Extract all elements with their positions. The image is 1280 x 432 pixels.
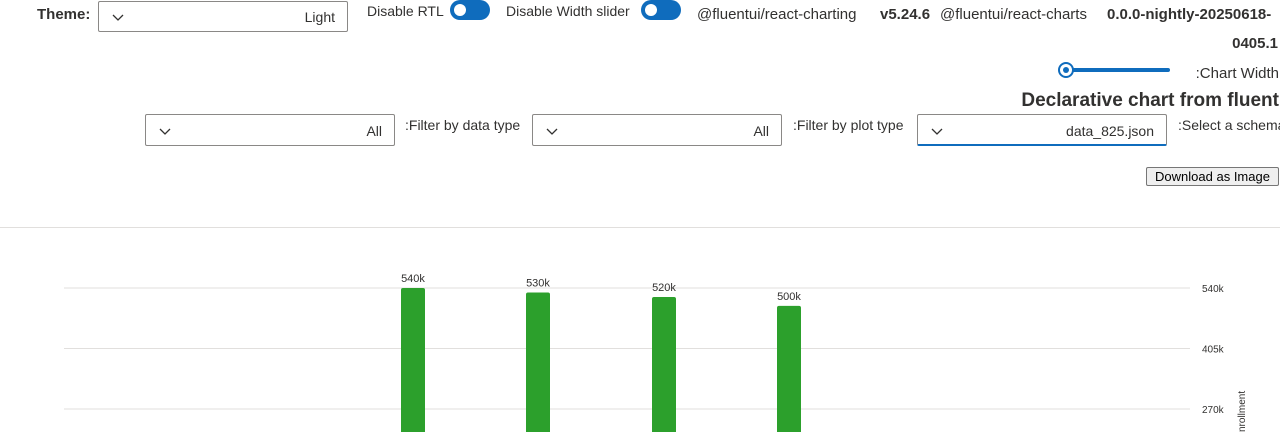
page-title: Declarative chart from fluent [1021, 90, 1279, 111]
package-charts-version-line2: 0405.1 [1232, 35, 1278, 52]
theme-dropdown[interactable]: Light [98, 1, 348, 32]
bar[interactable] [652, 296, 676, 432]
bar[interactable] [401, 288, 425, 432]
chevron-down-icon [159, 128, 171, 135]
bar-data-label: 530k [526, 277, 550, 289]
bar-chart: 540k 530k 520k 500k 540k 405k 270k nrollment [64, 273, 1248, 432]
disable-rtl-toggle[interactable] [450, 0, 490, 20]
y-tick-label: 270k [1202, 405, 1225, 416]
plot-type-filter-label: :Filter by plot type [793, 117, 904, 133]
schema-select-label: :Select a schema [1178, 117, 1280, 133]
data-type-filter-label: :Filter by data type [405, 117, 521, 133]
y-tick-label: 405k [1202, 345, 1225, 356]
chevron-down-icon [931, 128, 943, 135]
theme-dropdown-value: Light [304, 9, 335, 25]
theme-label: Theme: [37, 6, 91, 23]
plot-type-filter-value: All [753, 123, 769, 139]
schema-select-dropdown[interactable]: data_825.json [917, 114, 1167, 146]
toggle-knob [454, 4, 466, 16]
chart-width-label: :Chart Width [1195, 65, 1279, 82]
chevron-down-icon [112, 14, 124, 21]
bar[interactable] [777, 305, 801, 432]
package-charts-name: @fluentui/react-charts [940, 6, 1087, 23]
data-type-filter-dropdown[interactable]: All [145, 114, 395, 146]
disable-rtl-label: Disable RTL [367, 3, 444, 19]
bar-data-label: 500k [777, 291, 801, 303]
chevron-down-icon [546, 128, 558, 135]
disable-width-slider-label: Disable Width slider [506, 3, 630, 19]
slider-thumb[interactable] [1058, 62, 1074, 78]
y-tick-label: 540k [1202, 284, 1225, 295]
bar[interactable] [526, 292, 550, 432]
chart-width-slider[interactable] [1058, 61, 1174, 79]
download-image-button[interactable]: Download as Image [1146, 167, 1279, 186]
bar-data-label: 520k [652, 282, 676, 294]
disable-width-slider-toggle[interactable] [641, 0, 681, 20]
package-charting-version: v5.24.6 [880, 6, 931, 23]
data-type-filter-value: All [366, 123, 382, 139]
bar-data-label: 540k [401, 273, 425, 285]
toggle-knob [645, 4, 657, 16]
y-axis-label: nrollment [1237, 391, 1248, 432]
package-charts-version-line1: 0.0.0-nightly-20250618- [1107, 6, 1272, 23]
plot-type-filter-dropdown[interactable]: All [532, 114, 782, 146]
package-charting-name: @fluentui/react-charting [697, 6, 857, 23]
schema-select-value: data_825.json [1066, 123, 1154, 139]
slider-track [1066, 68, 1170, 72]
